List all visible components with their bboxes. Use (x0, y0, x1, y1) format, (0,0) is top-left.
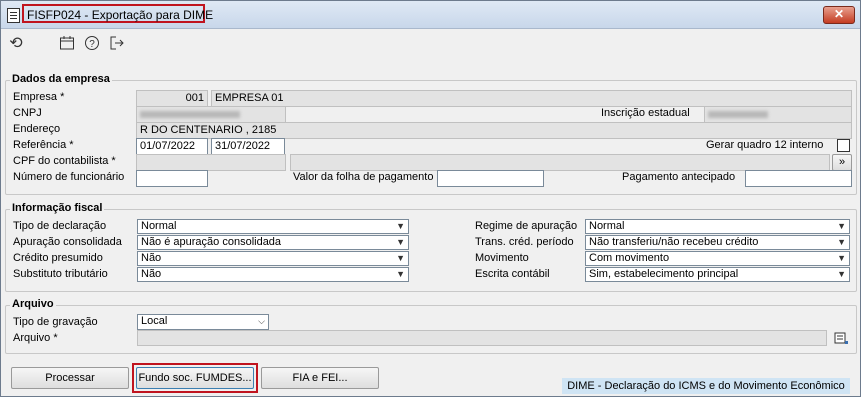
funcionario-field[interactable] (136, 170, 208, 187)
window-title: FISFP024 - Exportação para DIME (27, 8, 214, 22)
substituto-label: Substituto tributário (13, 268, 108, 280)
regime-value: Normal (589, 220, 625, 232)
file-browse-icon[interactable] (832, 330, 850, 346)
movimento-select[interactable]: Com movimento ▼ (585, 251, 850, 266)
substituto-select[interactable]: Não ▼ (137, 267, 409, 282)
trans-select[interactable]: Não transferiu/não recebeu crédito ▼ (585, 235, 850, 250)
empresa-code-field[interactable]: 001 (136, 90, 208, 107)
tipo-gravacao-label: Tipo de gravação (13, 316, 98, 328)
arquivo-field[interactable] (137, 330, 827, 346)
referencia-label: Referência * (13, 139, 74, 151)
help-icon[interactable]: ? (83, 35, 101, 53)
chevron-down-icon: ▼ (396, 269, 405, 279)
dados-empresa-legend: Dados da empresa (10, 73, 112, 85)
trans-value: Não transferiu/não recebeu crédito (589, 236, 759, 248)
toolbar: ⟲ ? (1, 29, 860, 61)
svg-text:?: ? (89, 39, 95, 50)
antecipado-label: Pagamento antecipado (622, 171, 736, 183)
apuracao-value: Não é apuração consolidada (141, 236, 282, 248)
cnpj-field (136, 106, 286, 123)
chevron-down-icon: ▼ (837, 253, 846, 263)
chevron-down-icon: ▼ (396, 253, 405, 263)
arquivo-label: Arquivo * (13, 332, 58, 344)
empresa-name-field: EMPRESA 01 (211, 90, 852, 107)
trans-label: Trans. créd. período (475, 236, 574, 248)
tipo-declaracao-label: Tipo de declaração (13, 220, 107, 232)
exit-icon[interactable] (108, 35, 126, 53)
endereco-field: R DO CENTENARIO , 2185 (136, 122, 852, 139)
undo-icon[interactable]: ⟲ (7, 35, 25, 53)
referencia-end-field[interactable]: 31/07/2022 (211, 138, 285, 155)
app-icon (7, 8, 20, 23)
movimento-label: Movimento (475, 252, 529, 264)
empresa-label: Empresa * (13, 91, 65, 103)
arquivo-legend: Arquivo (10, 298, 56, 310)
credito-select[interactable]: Não ▼ (137, 251, 409, 266)
apuracao-select[interactable]: Não é apuração consolidada ▼ (137, 235, 409, 250)
folha-field[interactable] (437, 170, 544, 187)
movimento-value: Com movimento (589, 252, 670, 264)
gerar-quadro-checkbox[interactable] (837, 139, 850, 152)
gerar-quadro-label: Gerar quadro 12 interno (706, 139, 824, 151)
escrita-select[interactable]: Sim, estabelecimento principal ▼ (585, 267, 850, 282)
main-window: FISFP024 - Exportação para DIME ✕ ⟲ ? Da… (0, 0, 861, 397)
close-button[interactable]: ✕ (823, 6, 855, 24)
tipo-gravacao-select[interactable]: Local ⌵ (137, 314, 269, 330)
calendar-icon[interactable] (58, 35, 76, 53)
cnpj-label: CNPJ (13, 107, 42, 119)
tipo-declaracao-value: Normal (141, 220, 177, 232)
fundo-fumdes-button[interactable]: Fundo soc. FUMDES... (136, 367, 254, 389)
chevron-down-icon: ▼ (396, 237, 405, 247)
endereco-label: Endereço (13, 123, 61, 135)
escrita-label: Escrita contábil (475, 268, 550, 280)
referencia-start-field[interactable]: 01/07/2022 (136, 138, 208, 155)
antecipado-field[interactable] (745, 170, 852, 187)
cpf-lookup-button[interactable]: » (832, 154, 852, 171)
chevron-down-icon: ▼ (837, 269, 846, 279)
cpf-label: CPF do contabilista * (13, 155, 116, 167)
ie-label: Inscrição estadual (601, 107, 690, 119)
chevron-down-icon: ▼ (396, 221, 405, 231)
fia-fei-button[interactable]: FIA e FEI... (261, 367, 379, 389)
regime-label: Regime de apuração (475, 220, 578, 232)
folha-label: Valor da folha de pagamento (293, 171, 434, 183)
chevron-down-icon: ▼ (837, 221, 846, 231)
substituto-value: Não (141, 268, 162, 280)
status-bar: DIME - Declaração do ICMS e do Movimento… (562, 378, 850, 394)
credito-label: Crédito presumido (13, 252, 103, 264)
apuracao-label: Apuração consolidada (13, 236, 122, 248)
regime-select[interactable]: Normal ▼ (585, 219, 850, 234)
chevron-down-icon: ⌵ (258, 316, 265, 326)
tipo-declaracao-select[interactable]: Normal ▼ (137, 219, 409, 234)
chevron-down-icon: ▼ (837, 237, 846, 247)
tipo-gravacao-value: Local (141, 315, 168, 327)
info-fiscal-legend: Informação fiscal (10, 202, 105, 214)
ie-field (704, 106, 852, 123)
title-bar: FISFP024 - Exportação para DIME ✕ (1, 1, 860, 29)
escrita-value: Sim, estabelecimento principal (589, 268, 739, 280)
cpf-field[interactable] (136, 154, 286, 171)
funcionario-label: Número de funcionário (13, 171, 125, 183)
processar-button[interactable]: Processar (11, 367, 129, 389)
cpf-name-field (290, 154, 830, 171)
credito-value: Não (141, 252, 162, 264)
